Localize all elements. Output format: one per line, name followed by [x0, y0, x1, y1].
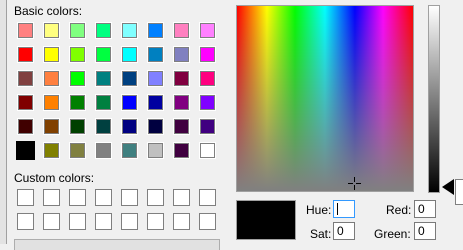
basic-color-swatch[interactable]	[147, 118, 164, 135]
basic-color-swatch[interactable]	[95, 70, 112, 87]
custom-color-swatch[interactable]	[121, 213, 138, 230]
basic-color-swatch[interactable]	[121, 118, 138, 135]
basic-color-swatch[interactable]	[199, 118, 216, 135]
adjacent-control-edge	[455, 179, 463, 205]
basic-color-swatch[interactable]	[173, 94, 190, 111]
custom-color-swatch[interactable]	[173, 189, 190, 206]
basic-color-swatch[interactable]	[199, 46, 216, 63]
basic-color-swatch[interactable]	[95, 46, 112, 63]
basic-color-swatch[interactable]	[69, 94, 86, 111]
hue-label: Hue:	[306, 203, 332, 217]
custom-colors-label: Custom colors:	[14, 171, 95, 185]
basic-color-swatch[interactable]	[43, 142, 60, 159]
custom-color-swatch[interactable]	[147, 189, 164, 206]
custom-color-swatch[interactable]	[43, 189, 60, 206]
basic-color-swatch[interactable]	[121, 70, 138, 87]
basic-color-swatch[interactable]	[69, 142, 86, 159]
basic-color-swatch[interactable]	[95, 118, 112, 135]
basic-color-swatch[interactable]	[17, 46, 34, 63]
color-spectrum[interactable]	[236, 5, 414, 192]
basic-color-swatch[interactable]	[199, 94, 216, 111]
basic-color-swatch[interactable]	[147, 22, 164, 39]
sat-input[interactable]: 0	[333, 222, 355, 240]
basic-color-swatch[interactable]	[43, 118, 60, 135]
basic-color-swatch[interactable]	[173, 22, 190, 39]
basic-color-swatch[interactable]	[95, 142, 112, 159]
basic-color-swatch[interactable]	[69, 22, 86, 39]
basic-color-swatch[interactable]	[199, 142, 216, 159]
basic-color-swatch[interactable]	[147, 46, 164, 63]
basic-color-swatch[interactable]	[17, 22, 34, 39]
custom-color-swatch[interactable]	[173, 213, 190, 230]
basic-color-swatch[interactable]	[173, 46, 190, 63]
basic-color-swatch[interactable]	[95, 22, 112, 39]
basic-color-swatch[interactable]	[17, 94, 34, 111]
basic-color-swatch[interactable]	[121, 142, 138, 159]
custom-colors-grid	[17, 189, 216, 230]
basic-color-swatch[interactable]	[43, 22, 60, 39]
basic-color-swatch[interactable]	[16, 141, 35, 160]
custom-color-swatch[interactable]	[147, 213, 164, 230]
basic-color-swatch[interactable]	[43, 94, 60, 111]
custom-color-swatch[interactable]	[17, 189, 34, 206]
hue-input[interactable]: 160	[333, 200, 355, 218]
red-input[interactable]: 0	[414, 200, 436, 218]
basic-color-swatch[interactable]	[17, 70, 34, 87]
basic-color-swatch[interactable]	[17, 118, 34, 135]
basic-color-swatch[interactable]	[43, 70, 60, 87]
basic-color-swatch[interactable]	[147, 142, 164, 159]
basic-color-swatch[interactable]	[69, 46, 86, 63]
custom-color-swatch[interactable]	[95, 189, 112, 206]
custom-color-swatch[interactable]	[69, 189, 86, 206]
basic-color-swatch[interactable]	[121, 46, 138, 63]
basic-color-swatch[interactable]	[121, 94, 138, 111]
basic-color-swatch[interactable]	[173, 118, 190, 135]
custom-color-swatch[interactable]	[199, 189, 216, 206]
custom-color-swatch[interactable]	[121, 189, 138, 206]
green-input[interactable]: 0	[414, 222, 436, 240]
basic-colors-label: Basic colors:	[14, 4, 83, 18]
basic-color-swatch[interactable]	[147, 94, 164, 111]
basic-color-swatch[interactable]	[199, 22, 216, 39]
basic-color-swatch[interactable]	[173, 142, 190, 159]
custom-color-swatch[interactable]	[43, 213, 60, 230]
basic-color-swatch[interactable]	[69, 118, 86, 135]
basic-color-swatch[interactable]	[69, 70, 86, 87]
basic-color-swatch[interactable]	[199, 70, 216, 87]
color-preview	[236, 200, 296, 240]
custom-color-swatch[interactable]	[69, 213, 86, 230]
luminosity-arrow-icon[interactable]	[442, 179, 454, 195]
green-label: Green:	[374, 227, 411, 241]
basic-color-swatch[interactable]	[147, 70, 164, 87]
red-label: Red:	[386, 203, 412, 217]
custom-color-swatch[interactable]	[199, 213, 216, 230]
crosshair-icon[interactable]	[348, 177, 361, 190]
basic-color-swatch[interactable]	[95, 94, 112, 111]
custom-color-swatch[interactable]	[95, 213, 112, 230]
sat-label: Sat:	[310, 227, 332, 241]
luminosity-slider[interactable]	[428, 5, 440, 193]
basic-color-swatch[interactable]	[173, 70, 190, 87]
define-custom-colors-button[interactable]	[14, 239, 220, 250]
basic-color-swatch[interactable]	[43, 46, 60, 63]
basic-colors-grid	[16, 22, 216, 160]
window-edge-line	[6, 0, 7, 244]
basic-color-swatch[interactable]	[121, 22, 138, 39]
custom-color-swatch[interactable]	[17, 213, 34, 230]
